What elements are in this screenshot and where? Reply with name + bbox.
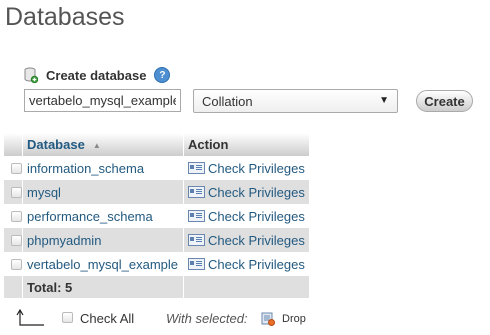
- check-privileges-label: Check Privileges: [208, 232, 305, 248]
- table-row: information_schema Check Privileges: [4, 156, 310, 180]
- page-title: Databases: [5, 3, 125, 31]
- database-link[interactable]: mysql: [27, 185, 61, 200]
- check-privileges-icon: [188, 186, 205, 198]
- check-privileges-icon: [188, 162, 205, 174]
- database-link[interactable]: vertabelo_mysql_example: [27, 257, 178, 272]
- arrow-up-icon: [16, 309, 44, 326]
- check-privileges-link[interactable]: Check Privileges: [188, 209, 305, 224]
- table-row: phpmyadmin Check Privileges: [4, 228, 310, 252]
- database-name-input[interactable]: [24, 89, 181, 112]
- row-checkbox[interactable]: [11, 162, 22, 174]
- check-privileges-icon: [188, 258, 205, 270]
- collation-select-value: Collation: [202, 93, 253, 109]
- check-all-label[interactable]: Check All: [80, 311, 134, 326]
- check-privileges-link[interactable]: Check Privileges: [188, 257, 305, 272]
- collation-select[interactable]: Collation ▼: [193, 89, 398, 113]
- check-privileges-icon: [188, 234, 205, 246]
- create-button[interactable]: Create: [416, 90, 473, 112]
- create-database-label: Create database: [46, 67, 147, 83]
- total-label: Total: 5: [22, 276, 184, 298]
- databases-table: Database ▲ Action information_schema Chec…: [4, 133, 310, 298]
- table-header-row: Database ▲ Action: [4, 133, 310, 156]
- row-checkbox[interactable]: [11, 186, 22, 198]
- row-checkbox[interactable]: [11, 234, 22, 246]
- column-header-database-label: Database: [27, 137, 85, 152]
- table-row: mysql Check Privileges: [4, 180, 310, 204]
- create-database-header: Create database ?: [24, 66, 171, 84]
- database-link[interactable]: information_schema: [27, 161, 144, 176]
- drop-button[interactable]: Drop: [282, 313, 306, 325]
- check-privileges-label: Check Privileges: [208, 256, 305, 272]
- total-row: Total: 5: [4, 276, 310, 298]
- check-privileges-label: Check Privileges: [208, 160, 305, 176]
- column-header-action: Action: [183, 133, 310, 156]
- row-checkbox[interactable]: [11, 210, 22, 222]
- sort-arrow-icon: ▲: [92, 141, 101, 151]
- help-icon[interactable]: ?: [154, 67, 171, 83]
- check-privileges-link[interactable]: Check Privileges: [188, 233, 305, 248]
- header-checkbox-cell: [4, 133, 23, 156]
- database-link[interactable]: phpmyadmin: [27, 233, 101, 248]
- check-privileges-label: Check Privileges: [208, 208, 305, 224]
- database-add-icon: [24, 67, 38, 83]
- check-privileges-label: Check Privileges: [208, 184, 305, 200]
- table-row: performance_schema Check Privileges: [4, 204, 310, 228]
- table-row: vertabelo_mysql_example Check Privileges: [4, 252, 310, 276]
- check-all-checkbox[interactable]: [62, 312, 73, 323]
- chevron-down-icon: ▼: [379, 95, 389, 106]
- column-header-database[interactable]: Database ▲: [22, 133, 184, 156]
- bulk-actions-bar: Check All With selected: Drop: [16, 308, 336, 328]
- check-privileges-link[interactable]: Check Privileges: [188, 185, 305, 200]
- database-link[interactable]: performance_schema: [27, 209, 153, 224]
- row-checkbox[interactable]: [11, 258, 22, 270]
- check-privileges-link[interactable]: Check Privileges: [188, 161, 305, 176]
- with-selected-label: With selected:: [166, 311, 248, 326]
- drop-icon[interactable]: [261, 312, 275, 326]
- check-privileges-icon: [188, 210, 205, 222]
